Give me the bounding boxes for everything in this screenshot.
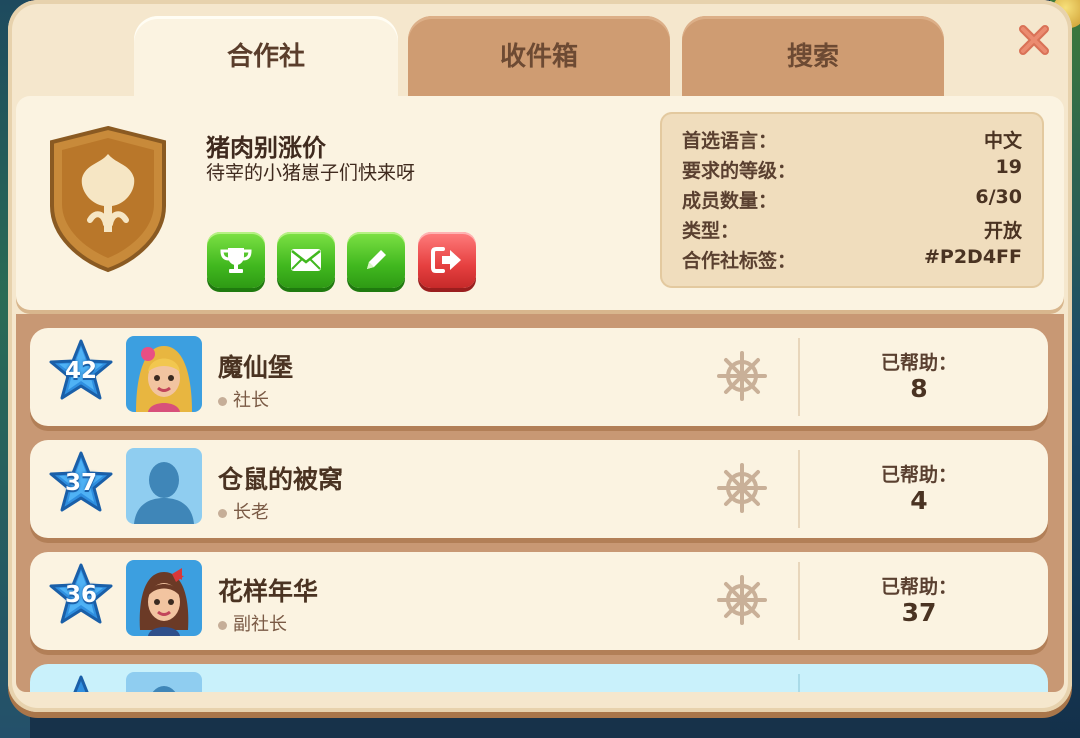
trophy-button[interactable]: [207, 232, 265, 288]
ship-wheel-icon[interactable]: [716, 350, 768, 402]
stat-value: 开放: [983, 220, 1022, 242]
stat-required-level: 要求的等级： 19: [682, 156, 1022, 186]
row-divider: [798, 674, 800, 692]
ship-wheel-icon[interactable]: [716, 462, 768, 514]
stat-member-count: 成员数量： 6/30: [682, 186, 1022, 216]
brunette-girl-avatar: [126, 560, 202, 636]
row-divider: [798, 338, 800, 416]
tulip-shield-icon: [50, 125, 166, 273]
stat-label: 类型：: [682, 220, 740, 242]
stat-language: 首选语言： 中文: [682, 126, 1022, 156]
default-silhouette-avatar: [126, 448, 202, 524]
member-role: 社长: [218, 386, 269, 412]
exit-door-icon: [431, 247, 461, 273]
blonde-girl-avatar: [126, 336, 202, 412]
help-count: 4: [910, 486, 928, 515]
help-label: 已帮助：: [880, 352, 957, 374]
member-row-partial[interactable]: [30, 664, 1048, 692]
member-name: 花样年华: [218, 577, 319, 606]
member-level: 37: [64, 470, 97, 496]
member-name: 仓鼠的被窝: [218, 465, 344, 494]
help-label: 已帮助：: [880, 464, 957, 486]
default-silhouette-avatar: [126, 672, 202, 692]
leave-button[interactable]: [418, 232, 476, 288]
level-star-icon: [73, 675, 89, 692]
stat-type: 类型： 开放: [682, 216, 1022, 246]
mail-icon: [291, 249, 321, 271]
member-row[interactable]: 37 仓鼠的被窝 长老 已帮助： 4: [30, 440, 1048, 538]
tab-search[interactable]: 搜索: [682, 16, 944, 104]
ship-wheel-icon[interactable]: [716, 574, 768, 626]
help-count: 8: [910, 374, 928, 403]
edit-pencil-icon: [367, 250, 386, 269]
club-stats-box: 首选语言： 中文 要求的等级： 19 成员数量： 6/30 类型： 开放 合作社…: [660, 112, 1044, 288]
role-label: 长老: [233, 502, 269, 523]
member-list[interactable]: 42 魔仙堡 社长 已帮助： 8 37 仓鼠的被窝 长老 已帮助： 4 36 花…: [16, 314, 1064, 692]
stat-label: 成员数量：: [682, 190, 778, 212]
stat-club-tag: 合作社标签： #P2D4FF: [682, 246, 1022, 276]
stat-value: 中文: [983, 130, 1022, 152]
stat-value: 6/30: [975, 186, 1022, 208]
tab-inbox[interactable]: 收件箱: [408, 16, 670, 104]
stat-value: #P2D4FF: [923, 246, 1022, 268]
role-dot: [218, 508, 227, 518]
club-description: 待宰的小猪崽子们快来呀: [206, 162, 416, 184]
member-role: 长老: [218, 498, 269, 524]
stat-label: 合作社标签：: [682, 250, 797, 272]
row-divider: [798, 450, 800, 528]
trophy-icon: [220, 248, 252, 273]
role-label: 社长: [233, 390, 269, 411]
help-label: 已帮助：: [880, 576, 957, 598]
member-row[interactable]: 42 魔仙堡 社长 已帮助： 8: [30, 328, 1048, 426]
role-dot: [218, 620, 227, 630]
role-label: 副社长: [233, 614, 287, 635]
help-count: 37: [901, 598, 937, 627]
close-icon[interactable]: [1016, 22, 1052, 58]
role-dot: [218, 396, 227, 406]
member-row[interactable]: 36 花样年华 副社长 已帮助： 37: [30, 552, 1048, 650]
member-role: 副社长: [218, 610, 287, 636]
row-divider: [798, 562, 800, 640]
stat-label: 首选语言：: [682, 130, 778, 152]
edit-button[interactable]: [347, 232, 405, 288]
member-level: 36: [64, 582, 97, 608]
stat-value: 19: [995, 156, 1022, 178]
member-level: 42: [64, 358, 97, 384]
member-name: 魔仙堡: [218, 353, 294, 382]
mail-button[interactable]: [277, 232, 335, 288]
tab-club[interactable]: 合作社: [134, 16, 398, 104]
stat-label: 要求的等级：: [682, 160, 797, 182]
